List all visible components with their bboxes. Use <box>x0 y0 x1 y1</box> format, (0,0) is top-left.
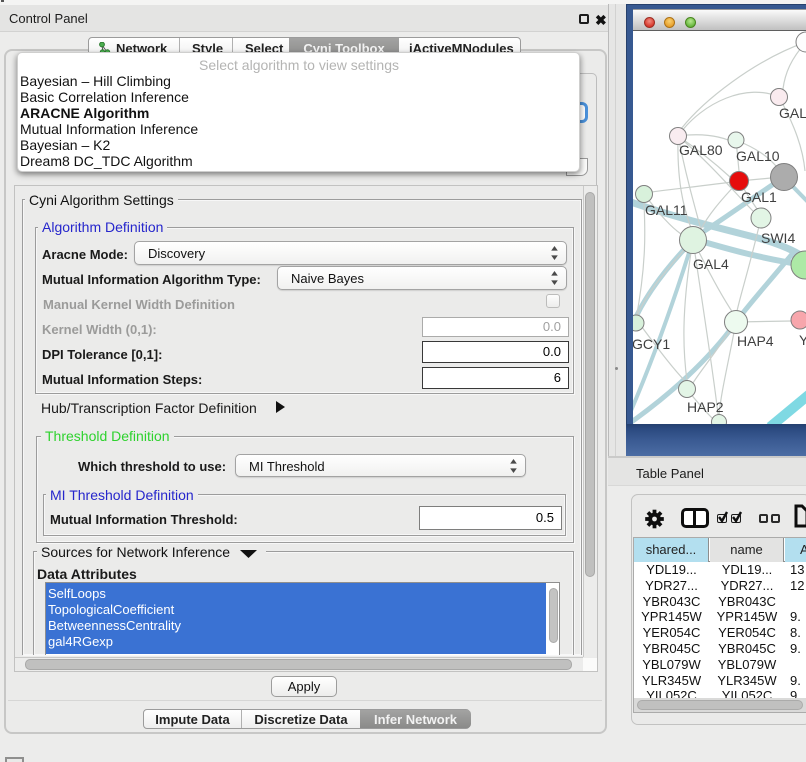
svg-text:GAL4: GAL4 <box>693 256 729 272</box>
svg-text:GAL1: GAL1 <box>741 189 777 205</box>
svg-text:YKR: YKR <box>799 332 806 348</box>
svg-text:GCY1: GCY1 <box>633 336 670 352</box>
svg-text:GAL7: GAL7 <box>779 105 806 121</box>
svg-text:HAP4: HAP4 <box>737 333 774 349</box>
svg-text:GAL11: GAL11 <box>645 202 688 218</box>
svg-text:GAL10: GAL10 <box>736 148 780 164</box>
svg-text:SWI4: SWI4 <box>761 230 795 246</box>
svg-text:GAL80: GAL80 <box>679 142 723 158</box>
svg-text:HAP2: HAP2 <box>687 399 724 415</box>
